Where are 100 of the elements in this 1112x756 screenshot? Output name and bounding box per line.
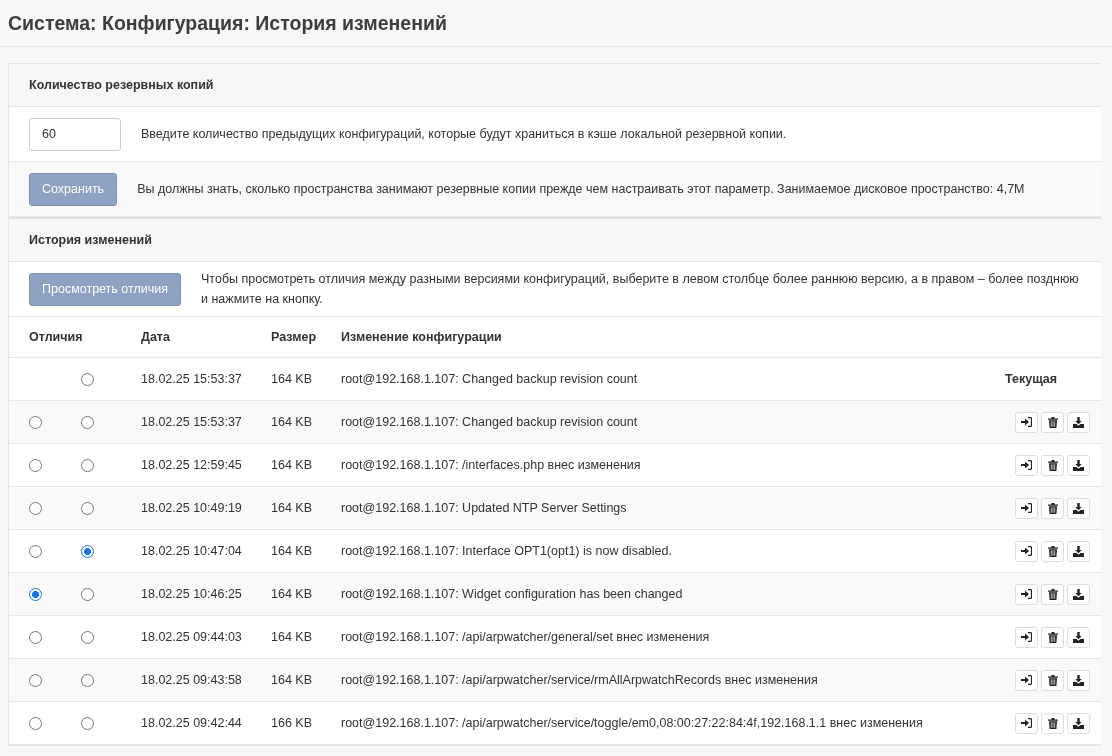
size-cell: 164 KB: [265, 400, 335, 444]
trash-icon: [1047, 631, 1058, 643]
size-cell: 164 KB: [265, 572, 335, 616]
delete-button[interactable]: [1041, 712, 1064, 734]
date-cell: 18.02.25 09:42:44: [135, 701, 265, 745]
size-cell: 164 KB: [265, 658, 335, 702]
restore-button[interactable]: [1015, 626, 1038, 648]
download-icon: [1073, 674, 1084, 686]
trash-icon: [1047, 502, 1058, 514]
trash-icon: [1047, 459, 1058, 471]
download-icon: [1073, 416, 1084, 428]
sign-in-icon: [1021, 503, 1032, 513]
download-icon: [1073, 459, 1084, 471]
change-cell: root@192.168.1.107: Updated NTP Server Settings: [335, 486, 999, 530]
sign-in-icon: [1021, 675, 1032, 685]
restore-button[interactable]: [1015, 669, 1038, 691]
trash-icon: [1047, 674, 1058, 686]
radio-button[interactable]: [29, 717, 42, 731]
page-title: Система: Конфигурация: История изменений: [8, 11, 447, 35]
download-icon: [1073, 717, 1084, 729]
change-cell: root@192.168.1.107: Widget configuration has been changed: [335, 572, 999, 616]
delete-button[interactable]: [1041, 454, 1064, 476]
download-button[interactable]: [1067, 712, 1090, 734]
date-cell: 18.02.25 09:43:58: [135, 658, 265, 702]
column-header: Изменение конфигурации: [335, 317, 999, 358]
size-cell: 164 KB: [265, 357, 335, 401]
download-button[interactable]: [1067, 669, 1090, 691]
download-button[interactable]: [1067, 497, 1090, 519]
size-cell: 164 KB: [265, 529, 335, 573]
download-button[interactable]: [1067, 454, 1090, 476]
save-button[interactable]: Сохранить: [29, 172, 118, 206]
radio-button[interactable]: [81, 502, 94, 516]
column-header: Размер: [265, 317, 335, 358]
restore-button[interactable]: [1015, 583, 1038, 605]
radio-button[interactable]: [81, 416, 94, 430]
size-cell: 164 KB: [265, 486, 335, 530]
sign-in-icon: [1021, 546, 1032, 556]
delete-button[interactable]: [1041, 540, 1064, 562]
restore-button[interactable]: [1015, 540, 1038, 562]
radio-button[interactable]: [81, 545, 94, 559]
date-cell: 18.02.25 09:44:03: [135, 615, 265, 659]
radio-button[interactable]: [29, 545, 42, 559]
radio-button[interactable]: [81, 631, 94, 645]
radio-button[interactable]: [81, 588, 94, 602]
date-cell: 18.02.25 12:59:45: [135, 443, 265, 487]
radio-button[interactable]: [29, 631, 42, 645]
trash-icon: [1047, 545, 1058, 557]
change-cell: root@192.168.1.107: /api/arpwatcher/service/rmAllArpwatchRecords внес изменения: [335, 658, 999, 702]
restore-button[interactable]: [1015, 497, 1038, 519]
sign-in-icon: [1021, 632, 1032, 642]
disk-usage-note: Вы должны знать, сколько пространства занимают резервные копии прежде чем настраивать этот параметр. Занимаемое дисковое пространство: 4,7M: [137, 181, 1025, 198]
delete-button[interactable]: [1041, 583, 1064, 605]
column-header: Дата: [135, 317, 265, 358]
size-cell: 166 KB: [265, 701, 335, 745]
date-cell: 18.02.25 10:47:04: [135, 529, 265, 573]
radio-button[interactable]: [29, 674, 42, 688]
restore-button[interactable]: [1015, 454, 1038, 476]
download-button[interactable]: [1067, 626, 1090, 648]
radio-button[interactable]: [81, 717, 94, 731]
delete-button[interactable]: [1041, 497, 1064, 519]
trash-icon: [1047, 416, 1058, 428]
radio-button[interactable]: [81, 459, 94, 473]
radio-button[interactable]: [81, 373, 94, 387]
trash-icon: [1047, 717, 1058, 729]
date-cell: 18.02.25 10:49:19: [135, 486, 265, 530]
restore-button[interactable]: [1015, 411, 1038, 433]
change-cell: root@192.168.1.107: /api/arpwatcher/service/toggle/em0,08:00:27:22:84:4f,192.168.1.1 внес изменения: [335, 701, 999, 745]
sign-in-icon: [1021, 589, 1032, 599]
size-cell: 164 KB: [265, 443, 335, 487]
radio-button[interactable]: [81, 674, 94, 688]
date-cell: 18.02.25 15:53:37: [135, 400, 265, 444]
view-diff-button[interactable]: Просмотреть отличия: [29, 272, 181, 306]
diff-hint: Чтобы просмотреть отличия между разными версиями конфигураций, выберите в левом столбце более раннюю версию, а в правом – более позднюю и нажмите на кнопку.: [201, 271, 1080, 308]
radio-button[interactable]: [29, 459, 42, 473]
change-cell: root@192.168.1.107: /interfaces.php внес изменения: [335, 443, 999, 487]
radio-button[interactable]: [29, 588, 42, 602]
date-cell: 18.02.25 10:46:25: [135, 572, 265, 616]
change-cell: root@192.168.1.107: Changed backup revision count: [335, 357, 999, 401]
delete-button[interactable]: [1041, 669, 1064, 691]
radio-button[interactable]: [29, 416, 42, 430]
download-icon: [1073, 545, 1084, 557]
sign-in-icon: [1021, 417, 1032, 427]
delete-button[interactable]: [1041, 626, 1064, 648]
field-hint: Введите количество предыдущих конфигураций, которые будут храниться в кэше локальной резервной копии.: [141, 126, 787, 143]
radio-button[interactable]: [29, 502, 42, 516]
delete-button[interactable]: [1041, 411, 1064, 433]
section-title: История изменений: [29, 233, 152, 247]
download-button[interactable]: [1067, 411, 1090, 433]
backup-count-field[interactable]: 60: [29, 117, 121, 151]
download-icon: [1073, 588, 1084, 600]
download-button[interactable]: [1067, 540, 1090, 562]
download-button[interactable]: [1067, 583, 1090, 605]
size-cell: 164 KB: [265, 615, 335, 659]
restore-button[interactable]: [1015, 712, 1038, 734]
current-label: Текущая: [1005, 372, 1058, 386]
section-title: Количество резервных копий: [29, 78, 214, 92]
change-cell: root@192.168.1.107: Interface OPT1(opt1) is now disabled.: [335, 529, 999, 573]
trash-icon: [1047, 588, 1058, 600]
download-icon: [1073, 502, 1084, 514]
column-header: Отличия: [9, 317, 135, 358]
